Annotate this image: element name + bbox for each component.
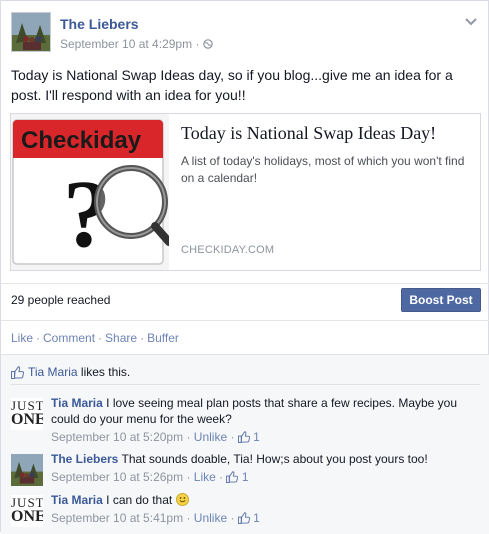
comment-meta: September 10 at 5:41pm · Unlike · 1 xyxy=(51,510,476,526)
buffer-action[interactable]: Buffer xyxy=(147,331,179,345)
likes-summary: Tia Maria likes this. xyxy=(11,365,130,382)
comment-author-link[interactable]: Tia Maria xyxy=(51,493,103,507)
comment-timestamp[interactable]: September 10 at 5:41pm xyxy=(51,511,183,525)
comment-like-count[interactable]: 1 xyxy=(253,511,260,525)
unlike-button[interactable]: Unlike xyxy=(194,511,227,525)
comment-meta: September 10 at 5:26pm · Like · 1 xyxy=(51,469,476,485)
unlike-button[interactable]: Unlike xyxy=(194,430,227,444)
comments-area: Tia Maria likes this. JUST ONE Tia Maria… xyxy=(1,354,489,534)
link-domain: CHECKIDAY.COM xyxy=(181,244,275,256)
comment-text: That sounds doable, Tia! How;s about you… xyxy=(121,452,428,466)
likes-suffix: likes this. xyxy=(77,365,131,379)
comment-timestamp[interactable]: September 10 at 5:26pm xyxy=(51,470,183,484)
post-timestamp[interactable]: September 10 at 4:29pm xyxy=(60,37,192,51)
comment-timestamp[interactable]: September 10 at 5:20pm xyxy=(51,430,183,444)
comment-body: The Liebers That sounds doable, Tia! How… xyxy=(51,451,476,485)
post-header: The Liebers September 10 at 4:29pm · xyxy=(11,12,481,52)
chevron-down-icon[interactable] xyxy=(463,14,479,30)
commenter-avatar[interactable] xyxy=(11,454,43,486)
link-thumbnail[interactable]: Checkiday ? xyxy=(11,114,169,270)
globe-icon xyxy=(202,37,213,51)
action-separator: · xyxy=(36,331,41,345)
post-actions: Like · Comment · Share · Buffer xyxy=(11,331,179,345)
comment-like-icon[interactable] xyxy=(237,511,253,525)
avatar-text-top: JUST xyxy=(11,398,43,413)
comment-like-icon[interactable] xyxy=(226,470,241,484)
page-avatar[interactable] xyxy=(11,12,51,52)
like-action[interactable]: Like xyxy=(11,331,33,345)
comment-author-link[interactable]: The Liebers xyxy=(51,452,118,466)
comment-meta: September 10 at 5:20pm · Unlike · 1 xyxy=(51,429,476,445)
like-button[interactable]: Like xyxy=(194,470,216,484)
post-text: Today is National Swap Ideas day, so if … xyxy=(11,67,453,103)
link-preview-card[interactable]: Checkiday ? Today is National Swap Ideas… xyxy=(10,113,481,271)
action-separator: · xyxy=(140,331,145,345)
action-separator: · xyxy=(98,331,103,345)
comment-text: I love seeing meal plan posts that share… xyxy=(51,396,458,426)
comment-like-count[interactable]: 1 xyxy=(253,430,260,444)
meta-separator: · xyxy=(186,470,194,484)
avatar-text-bottom: ONE xyxy=(11,411,43,428)
divider xyxy=(11,384,480,385)
meta-separator: · xyxy=(230,430,238,444)
liker-name-link[interactable]: Tia Maria xyxy=(28,365,78,379)
smiley-emoji-icon xyxy=(175,493,189,506)
comment-body: Tia Maria I love seeing meal plan posts … xyxy=(51,395,476,445)
meta-separator: · xyxy=(186,511,194,525)
divider xyxy=(1,283,489,284)
comment-body: Tia Maria I can do that September 10 at … xyxy=(51,492,476,526)
share-action[interactable]: Share xyxy=(105,331,137,345)
commenter-avatar[interactable]: JUST ONE xyxy=(11,398,43,430)
avatar-text-top: JUST xyxy=(11,495,43,510)
page-name-link[interactable]: The Liebers xyxy=(60,16,139,32)
comment-author-link[interactable]: Tia Maria xyxy=(51,396,103,410)
thumbs-up-icon xyxy=(11,366,25,382)
meta-separator: · xyxy=(195,37,200,51)
post-card: The Liebers September 10 at 4:29pm · Tod… xyxy=(0,0,489,534)
commenter-avatar[interactable]: JUST ONE xyxy=(11,495,43,527)
meta-separator: · xyxy=(230,511,238,525)
comment-text: I can do that xyxy=(106,493,173,507)
divider xyxy=(1,320,489,321)
comment-like-icon[interactable] xyxy=(237,430,253,444)
checkiday-logo-text: Checkiday xyxy=(21,127,142,154)
meta-separator: · xyxy=(186,430,194,444)
reach-count[interactable]: 29 people reached xyxy=(11,293,110,307)
comment-like-count[interactable]: 1 xyxy=(242,470,249,484)
avatar-text-bottom: ONE xyxy=(11,508,43,525)
boost-post-button[interactable]: Boost Post xyxy=(401,288,481,312)
post-meta: September 10 at 4:29pm · xyxy=(60,37,213,51)
link-title[interactable]: Today is National Swap Ideas Day! xyxy=(181,123,436,144)
comment-action[interactable]: Comment xyxy=(43,331,95,345)
link-description: A list of today's holidays, most of whic… xyxy=(181,154,465,185)
